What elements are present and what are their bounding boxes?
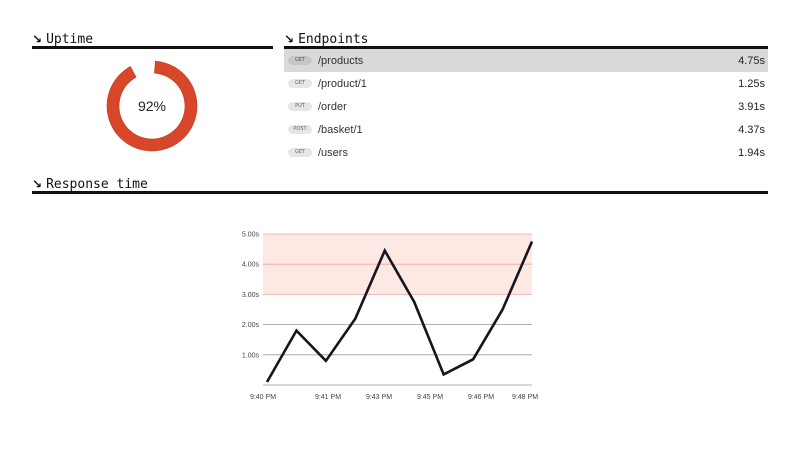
endpoint-path: /order xyxy=(318,100,347,113)
endpoints-title-text: Endpoints xyxy=(298,32,369,47)
method-badge: GET xyxy=(288,56,312,65)
x-tick-label: 9:48 PM xyxy=(512,394,538,401)
endpoint-row-order[interactable]: PUT /order 3.91s xyxy=(284,95,768,118)
method-badge: PUT xyxy=(288,102,312,111)
y-tick-label: 2.00s xyxy=(242,322,260,329)
y-tick-label: 4.00s xyxy=(242,262,260,269)
method-badge: POST xyxy=(288,125,312,134)
response-time-chart: 1.00s 2.00s 3.00s 4.00s 5.00s 9:40 PM 9:41 PM 9… xyxy=(230,222,550,412)
endpoint-time: 4.75s xyxy=(738,54,765,67)
arrow-down-right-icon: ↘ xyxy=(32,32,43,46)
endpoint-time: 4.37s xyxy=(738,123,765,136)
arrow-down-right-icon: ↘ xyxy=(284,32,295,46)
endpoint-row-products[interactable]: GET /products 4.75s xyxy=(284,49,768,72)
endpoint-path: /product/1 xyxy=(318,77,367,90)
method-badge: GET xyxy=(288,148,312,157)
endpoint-path: /basket/1 xyxy=(318,123,363,136)
response-time-divider xyxy=(32,191,768,194)
endpoint-row-basket-1[interactable]: POST /basket/1 4.37s xyxy=(284,118,768,141)
y-tick-label: 1.00s xyxy=(242,352,260,359)
uptime-title-text: Uptime xyxy=(46,32,94,47)
x-tick-label: 9:45 PM xyxy=(417,394,443,401)
method-badge: GET xyxy=(288,79,312,88)
endpoint-time: 1.94s xyxy=(738,146,765,159)
uptime-value: 92% xyxy=(137,98,167,114)
response-time-section-title: ↘ Response time xyxy=(32,176,148,192)
endpoint-time: 1.25s xyxy=(738,77,765,90)
endpoint-row-users[interactable]: GET /users 1.94s xyxy=(284,141,768,164)
response-time-title-text: Response time xyxy=(46,177,148,192)
y-tick-label: 3.00s xyxy=(242,292,260,299)
response-time-chart-svg: 1.00s 2.00s 3.00s 4.00s 5.00s 9:40 PM 9:41 PM 9… xyxy=(242,232,538,402)
endpoints-section-title: ↘ Endpoints xyxy=(284,31,369,47)
endpoint-list: GET /products 4.75s GET /product/1 1.25s… xyxy=(284,49,768,164)
x-tick-label: 9:40 PM xyxy=(250,394,276,401)
uptime-donut: 92% xyxy=(106,60,198,152)
endpoint-path: /products xyxy=(318,54,364,67)
x-tick-label: 9:46 PM xyxy=(468,394,494,401)
endpoint-time: 3.91s xyxy=(738,100,765,113)
uptime-divider xyxy=(32,46,273,49)
y-tick-label: 5.00s xyxy=(242,232,260,239)
x-tick-label: 9:41 PM xyxy=(315,394,341,401)
arrow-down-right-icon: ↘ xyxy=(32,177,43,191)
endpoint-row-product-1[interactable]: GET /product/1 1.25s xyxy=(284,72,768,95)
uptime-section-title: ↘ Uptime xyxy=(32,31,93,47)
x-tick-label: 9:43 PM xyxy=(366,394,392,401)
endpoint-path: /users xyxy=(318,146,348,159)
